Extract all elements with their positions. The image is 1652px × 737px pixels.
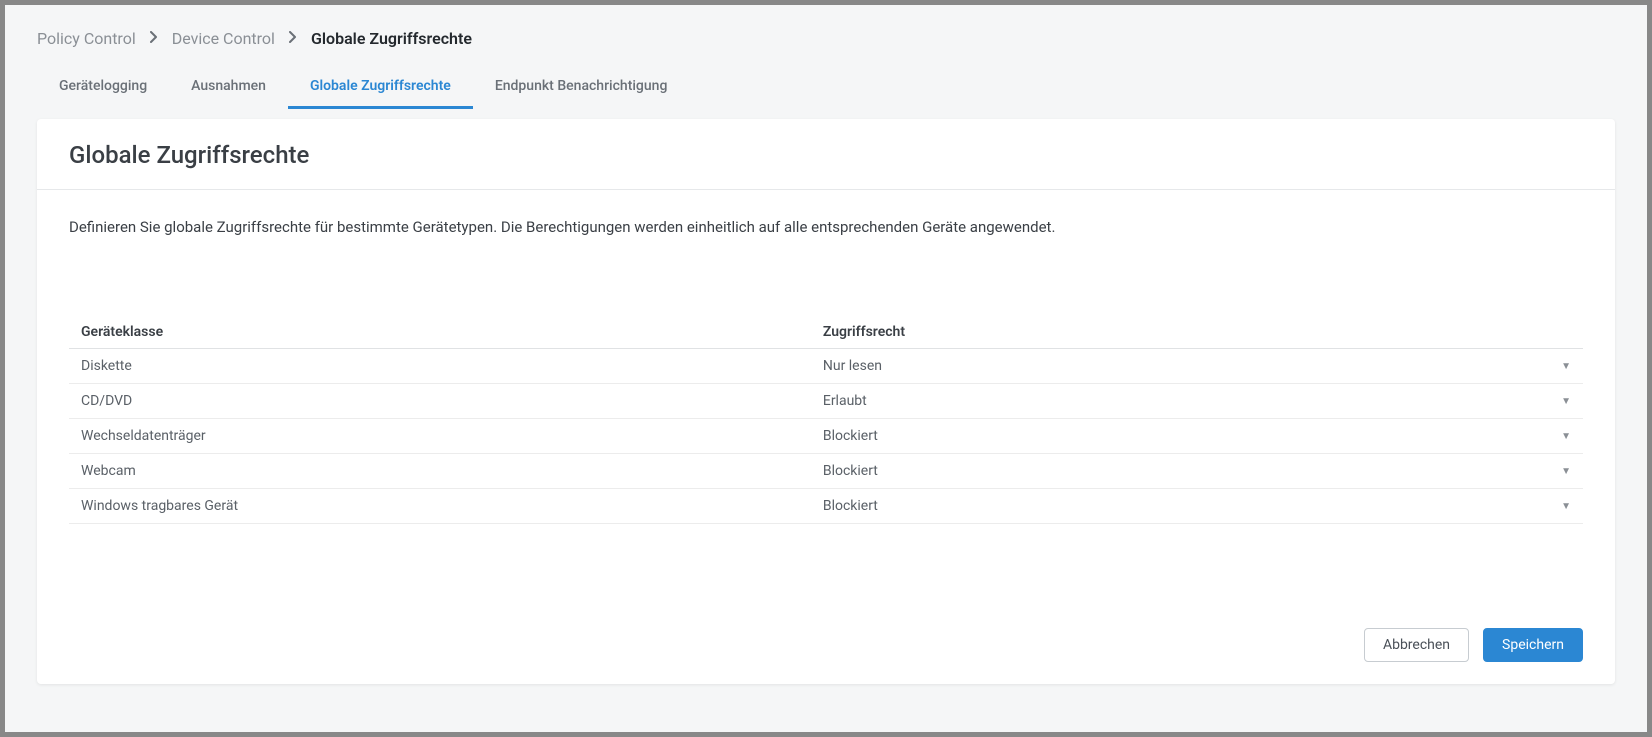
device-class-cell: Windows tragbares Gerät xyxy=(69,489,811,524)
permission-value: Blockiert xyxy=(823,498,878,514)
tabs: Gerätelogging Ausnahmen Globale Zugriffs… xyxy=(5,58,1647,109)
th-permission: Zugriffsrecht xyxy=(811,316,1583,349)
table-row: CD/DVD Erlaubt ▼ xyxy=(69,384,1583,419)
breadcrumb-link-policy-control[interactable]: Policy Control xyxy=(37,29,136,48)
permission-select[interactable]: Blockiert ▼ xyxy=(823,428,1571,444)
permission-select[interactable]: Blockiert ▼ xyxy=(823,498,1571,514)
app-frame: Policy Control Device Control Globale Zu… xyxy=(5,5,1647,732)
permission-value: Blockiert xyxy=(823,463,878,479)
card-header: Globale Zugriffsrechte xyxy=(37,119,1615,190)
chevron-down-icon: ▼ xyxy=(1561,396,1571,407)
save-button[interactable]: Speichern xyxy=(1483,628,1583,662)
device-class-cell: Diskette xyxy=(69,349,811,384)
chevron-right-icon xyxy=(289,31,297,46)
permission-value: Blockiert xyxy=(823,428,878,444)
content-card: Globale Zugriffsrechte Definieren Sie gl… xyxy=(37,119,1615,684)
device-class-cell: Webcam xyxy=(69,454,811,489)
chevron-down-icon: ▼ xyxy=(1561,501,1571,512)
permission-cell: Erlaubt ▼ xyxy=(811,384,1583,419)
permission-cell: Blockiert ▼ xyxy=(811,454,1583,489)
page-description: Definieren Sie globale Zugriffsrechte fü… xyxy=(69,218,1583,236)
permission-value: Erlaubt xyxy=(823,393,867,409)
permission-select[interactable]: Nur lesen ▼ xyxy=(823,358,1571,374)
permission-value: Nur lesen xyxy=(823,358,882,374)
card-footer: Abbrechen Speichern xyxy=(37,610,1615,684)
chevron-down-icon: ▼ xyxy=(1561,431,1571,442)
table-row: Webcam Blockiert ▼ xyxy=(69,454,1583,489)
tab-geraetelogging[interactable]: Gerätelogging xyxy=(37,68,169,109)
permission-select[interactable]: Erlaubt ▼ xyxy=(823,393,1571,409)
breadcrumb-link-device-control[interactable]: Device Control xyxy=(172,29,275,48)
permissions-table: Geräteklasse Zugriffsrecht Diskette Nur l… xyxy=(69,316,1583,524)
table-row: Diskette Nur lesen ▼ xyxy=(69,349,1583,384)
permission-cell: Blockiert ▼ xyxy=(811,489,1583,524)
table-row: Windows tragbares Gerät Blockiert ▼ xyxy=(69,489,1583,524)
card-body: Definieren Sie globale Zugriffsrechte fü… xyxy=(37,190,1615,610)
breadcrumb: Policy Control Device Control Globale Zu… xyxy=(5,5,1647,58)
table-row: Wechseldatenträger Blockiert ▼ xyxy=(69,419,1583,454)
breadcrumb-current: Globale Zugriffsrechte xyxy=(311,29,472,48)
cancel-button[interactable]: Abbrechen xyxy=(1364,628,1469,662)
device-class-cell: CD/DVD xyxy=(69,384,811,419)
tab-globale-zugriffsrechte[interactable]: Globale Zugriffsrechte xyxy=(288,68,473,109)
tab-endpunkt-benachrichtigung[interactable]: Endpunkt Benachrichtigung xyxy=(473,68,690,109)
page-title: Globale Zugriffsrechte xyxy=(69,141,1583,169)
permission-select[interactable]: Blockiert ▼ xyxy=(823,463,1571,479)
permission-cell: Nur lesen ▼ xyxy=(811,349,1583,384)
chevron-right-icon xyxy=(150,31,158,46)
device-class-cell: Wechseldatenträger xyxy=(69,419,811,454)
permission-cell: Blockiert ▼ xyxy=(811,419,1583,454)
chevron-down-icon: ▼ xyxy=(1561,466,1571,477)
tab-ausnahmen[interactable]: Ausnahmen xyxy=(169,68,288,109)
th-device-class: Geräteklasse xyxy=(69,316,811,349)
chevron-down-icon: ▼ xyxy=(1561,361,1571,372)
